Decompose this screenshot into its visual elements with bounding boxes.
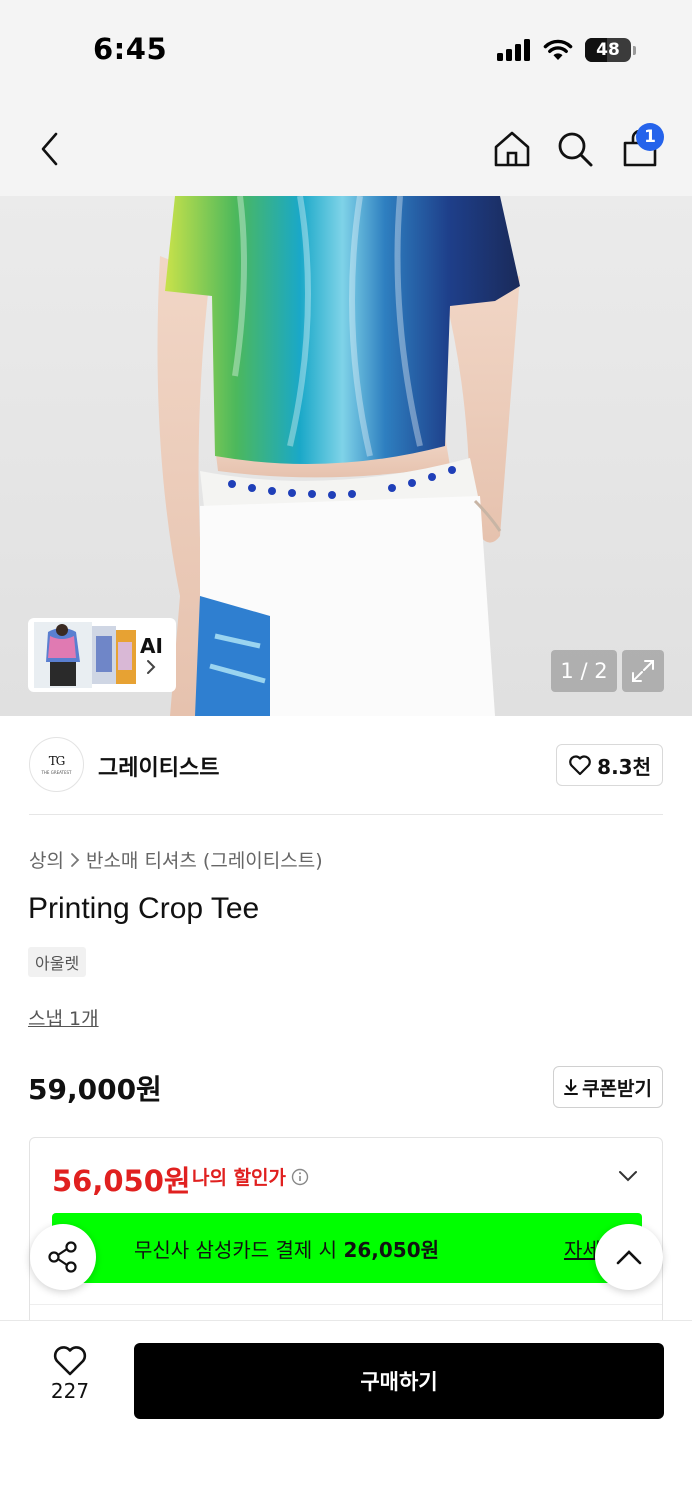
share-icon [48, 1241, 77, 1273]
discount-card: 56,050원 나의 할인가 무신사 삼성카드 결제 시 26,050원 자세히 [29, 1137, 663, 1337]
status-time: 6:45 [93, 32, 168, 66]
chevron-up-icon [616, 1250, 642, 1265]
chevron-right-icon [147, 660, 156, 674]
chevron-down-icon [619, 1171, 637, 1182]
sale-price: 56,050원 [52, 1164, 191, 1198]
snap-link[interactable]: 스냅 1개 [28, 1004, 99, 1031]
coupon-button[interactable]: 쿠폰받기 [553, 1066, 663, 1108]
search-button[interactable] [551, 125, 599, 173]
cart-button[interactable]: 1 [616, 123, 664, 173]
home-button[interactable] [488, 125, 536, 173]
ai-thumbnail-images [32, 622, 136, 688]
cart-count-badge: 1 [636, 123, 664, 151]
battery-level: 48 [596, 40, 620, 60]
breadcrumb: 상의 반소매 티셔츠 (그레이티스트) [29, 846, 323, 873]
brand-like-button[interactable]: 8.3천 [556, 744, 663, 786]
divider [29, 814, 663, 815]
expand-icon [632, 660, 654, 682]
search-icon [558, 132, 593, 167]
heart-icon [569, 755, 591, 776]
coupon-label: 쿠폰받기 [582, 1077, 652, 1100]
outlet-tag: 아울렛 [28, 947, 87, 977]
expand-discount-button[interactable] [618, 1167, 638, 1186]
chevron-right-icon [71, 852, 80, 867]
home-icon [494, 131, 530, 167]
card-promo-banner[interactable]: 무신사 삼성카드 결제 시 26,050원 자세히 [52, 1213, 642, 1283]
chevron-left-icon [41, 132, 58, 166]
original-price: 59,000원 [28, 1073, 162, 1106]
brand-row: TG THE GREATEST 그레이티스트 8.3천 [0, 716, 692, 816]
brand-like-count: 8.3천 [597, 754, 651, 779]
bottom-action-bar: 227 구매하기 [0, 1320, 692, 1500]
back-button[interactable] [26, 125, 74, 173]
image-page-indicator: 1 / 2 [551, 650, 617, 692]
ai-styling-button[interactable]: AI [28, 618, 176, 692]
breadcrumb-item[interactable]: 반소매 티셔츠 (그레이티스트) [86, 846, 323, 873]
heart-icon [53, 1346, 87, 1376]
promo-text: 무신사 삼성카드 결제 시 26,050원 [134, 1238, 440, 1262]
top-nav-bar: 1 [0, 100, 692, 196]
sale-label: 나의 할인가 [192, 1163, 309, 1190]
share-button[interactable] [30, 1224, 96, 1290]
status-icons: 48 [497, 38, 636, 62]
wishlist-button[interactable]: 227 [36, 1345, 104, 1403]
battery-icon: 48 [585, 38, 631, 62]
scroll-to-top-button[interactable] [595, 1224, 663, 1290]
buy-button[interactable]: 구매하기 [134, 1343, 664, 1419]
info-icon[interactable] [291, 1168, 309, 1186]
breadcrumb-item[interactable]: 상의 [29, 846, 64, 873]
brand-logo[interactable]: TG THE GREATEST [29, 737, 84, 792]
product-title: Printing Crop Tee [28, 892, 260, 925]
product-image-gallery[interactable]: AI 1 / 2 [0, 196, 692, 716]
expand-image-button[interactable] [622, 650, 664, 692]
download-icon [564, 1079, 579, 1095]
signal-icon [497, 39, 530, 61]
promo-amount: 26,050원 [343, 1238, 440, 1262]
ai-label: AI [140, 634, 163, 658]
wifi-icon [543, 39, 573, 60]
brand-name[interactable]: 그레이티스트 [98, 750, 219, 782]
wishlist-count: 227 [50, 1379, 90, 1403]
brand-logo-text: TG [48, 754, 66, 768]
status-bar: 6:45 48 [0, 0, 692, 100]
